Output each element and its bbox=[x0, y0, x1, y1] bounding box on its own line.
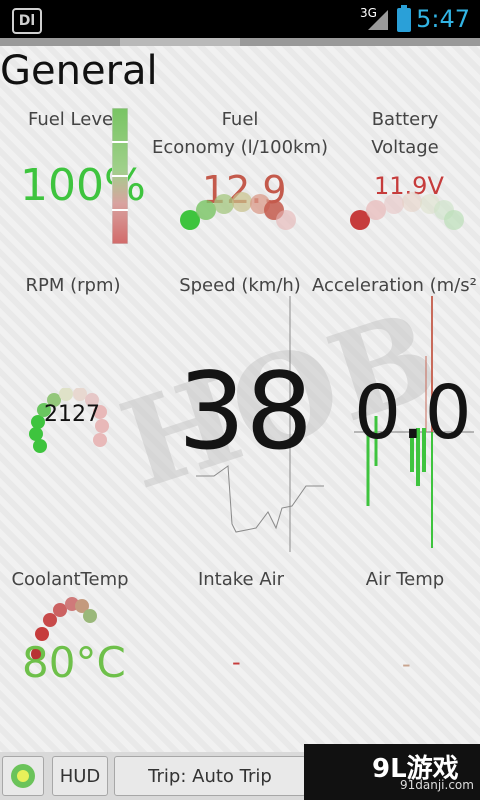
page-title: General bbox=[0, 48, 158, 94]
intake-air-label: Intake Air bbox=[197, 569, 285, 590]
battery-label-line1: Battery bbox=[371, 109, 439, 130]
corner-logo: 9L游戏 91danji.com bbox=[304, 744, 480, 800]
coolant-label: CoolantTemp bbox=[11, 569, 129, 590]
battery-icon bbox=[397, 5, 411, 32]
coolant-value: 80°C bbox=[22, 638, 126, 687]
tab-indicator[interactable] bbox=[360, 38, 480, 46]
air-temp-label: Air Temp bbox=[365, 569, 445, 590]
air-temp-value: - bbox=[402, 650, 411, 678]
tab-indicator[interactable] bbox=[240, 38, 360, 46]
gps-status-button[interactable] bbox=[2, 756, 44, 796]
tab-indicator[interactable] bbox=[0, 38, 120, 46]
battery-arc bbox=[350, 192, 464, 230]
fuel-economy-label-line1: Fuel bbox=[221, 109, 259, 130]
fuel-level-bar bbox=[112, 108, 128, 244]
battery-label-line2: Voltage bbox=[371, 137, 439, 158]
signal-icon bbox=[368, 10, 388, 30]
status-bar: Dl 3G 5:47 bbox=[0, 0, 480, 38]
hud-button[interactable]: HUD bbox=[52, 756, 108, 796]
rpm-value: 2127 bbox=[44, 402, 100, 427]
fuel-economy-label-line2: Economy (l/100km) bbox=[151, 137, 329, 158]
fuel-economy-arc bbox=[180, 192, 296, 230]
acceleration-value: 0.0 bbox=[354, 370, 472, 456]
logo-sub-text: 91danji.com bbox=[400, 778, 474, 792]
app-icon: Dl bbox=[12, 8, 42, 34]
speed-value: 38 bbox=[178, 350, 313, 473]
gps-dot-icon bbox=[17, 770, 29, 782]
intake-air-value: - bbox=[232, 648, 241, 676]
tab-bar bbox=[0, 38, 480, 46]
status-time: 5:47 bbox=[416, 5, 470, 33]
rpm-label: RPM (rpm) bbox=[25, 275, 121, 296]
trip-button[interactable]: Trip: Auto Trip bbox=[114, 756, 306, 796]
tab-indicator[interactable] bbox=[120, 38, 240, 46]
